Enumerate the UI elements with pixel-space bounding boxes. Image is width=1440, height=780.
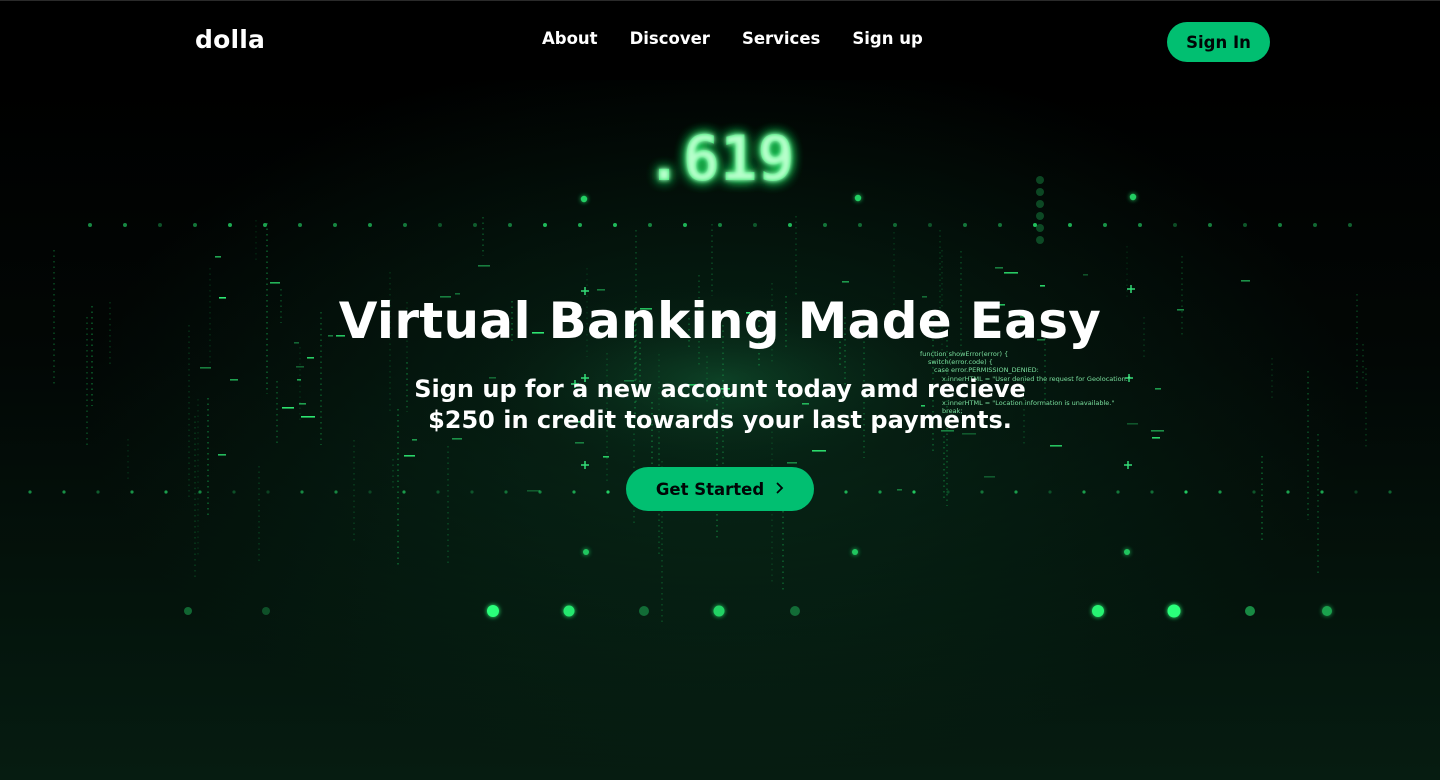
- get-started-button[interactable]: Get Started: [626, 467, 814, 511]
- nav-link-about[interactable]: About: [526, 29, 614, 48]
- nav-menu: About Discover Services Sign up: [526, 29, 939, 48]
- nav-link-discover[interactable]: Discover: [614, 29, 726, 48]
- hero-section: .619 .619 function showError(error) { sw…: [0, 80, 1440, 780]
- signin-button[interactable]: Sign In: [1167, 22, 1270, 62]
- hero-subtitle-line-2: $250 in credit towards your last payment…: [428, 406, 1012, 434]
- hero-subtitle-line-1: Sign up for a new account today amd reci…: [414, 375, 1026, 403]
- logo[interactable]: dolla: [195, 25, 265, 54]
- nav-link-signup[interactable]: Sign up: [836, 29, 938, 48]
- hero-subtitle: Sign up for a new account today amd reci…: [0, 374, 1440, 436]
- hero-content: Virtual Banking Made Easy Sign up for a …: [0, 80, 1440, 780]
- hero-title: Virtual Banking Made Easy: [338, 292, 1102, 350]
- navbar: dolla About Discover Services Sign up Si…: [0, 0, 1440, 80]
- get-started-label: Get Started: [655, 479, 765, 499]
- chevron-right-icon: [776, 481, 784, 498]
- nav-link-services[interactable]: Services: [726, 29, 836, 48]
